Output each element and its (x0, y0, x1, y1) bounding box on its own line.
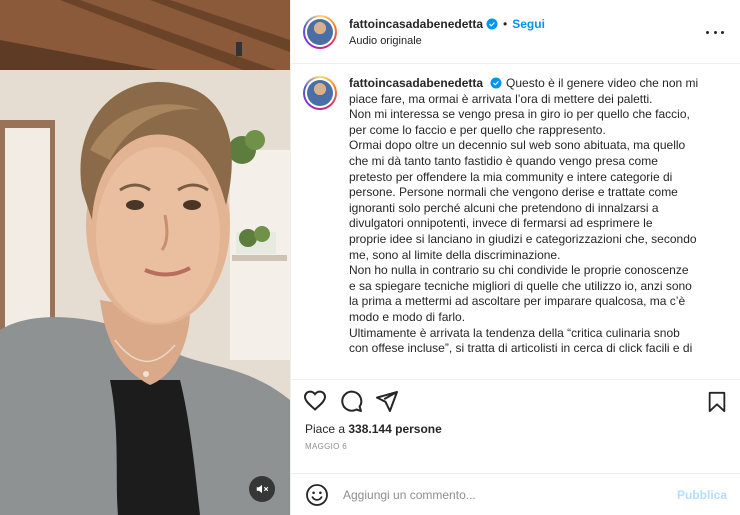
likes-suffix: persone (395, 422, 442, 436)
comment-input[interactable] (343, 487, 677, 502)
header-separator: • (503, 16, 508, 31)
caption-line: Ormai dopo oltre un decennio sul web son… (349, 138, 686, 153)
likes-count[interactable]: Piace a 338.144 persone (291, 422, 740, 436)
heart-icon[interactable] (303, 389, 327, 413)
video-player[interactable] (0, 0, 290, 515)
caption-line: che mi dà tanto tanto fastidio è quando … (349, 153, 658, 168)
avatar-image (307, 80, 333, 106)
author-avatar[interactable] (303, 14, 337, 49)
action-bar (291, 379, 740, 422)
speaker-muted-icon (256, 484, 269, 494)
share-icon[interactable] (375, 389, 399, 413)
post-details-panel: fattoincasadabenedetta • Segui Audio ori… (290, 0, 740, 515)
video-frame (0, 0, 290, 515)
caption-line: modo e modo di farlo. (349, 309, 466, 324)
post-date[interactable]: MAGGIO 6 (291, 442, 740, 451)
likes-number: 338.144 (348, 422, 392, 436)
caption-line: Non ho nulla in contrario su chi condivi… (349, 263, 689, 278)
comment-bar: Pubblica (291, 473, 740, 515)
caption-line: con offese incluse”, si tratta di artico… (349, 341, 693, 356)
caption-line: piace fare, ma ormai è arrivata l’ora di… (349, 91, 653, 106)
caption-line: la prima a mettermi ad ascoltare per imp… (349, 294, 686, 309)
comment-icon[interactable] (339, 389, 363, 413)
caption-line: e sa spiegare tecniche migliori di quell… (349, 278, 692, 293)
caption-line: Non mi interessa se vengo presa in giro … (349, 107, 690, 122)
caption-author-avatar[interactable] (303, 76, 337, 110)
mute-toggle-button[interactable] (249, 476, 275, 502)
original-audio-link[interactable]: Audio originale (349, 35, 545, 47)
caption-line: pretesto per offendere la mia community … (349, 169, 673, 184)
caption-line: divulgatori onnipotenti, invece di ferma… (349, 216, 653, 231)
caption-line: ignoranti solo perché alcuni che pretend… (349, 200, 659, 215)
verified-badge-icon (490, 77, 502, 89)
caption-line: per come lo faccio e per quello che rapp… (349, 122, 606, 137)
post-caption: fattoincasadabenedetta Questo è il genere… (349, 76, 711, 379)
caption-username-link[interactable]: fattoincasadabenedetta (349, 76, 483, 90)
instagram-post-view: fattoincasadabenedetta • Segui Audio ori… (0, 0, 740, 515)
likes-prefix: Piace a (305, 422, 346, 436)
caption-line: fattoincasadabenedetta Questo è il genere… (349, 76, 711, 92)
follow-button[interactable]: Segui (512, 17, 545, 31)
caption-text: Questo è il genere video che non mi (506, 76, 699, 90)
emoji-icon[interactable] (305, 483, 329, 507)
caption-section: fattoincasadabenedetta Questo è il genere… (291, 64, 740, 379)
caption-line: Ultimamente è arrivata la tendenza della… (349, 325, 680, 340)
caption-line: me, sono al limite della discriminazione… (349, 247, 561, 262)
verified-badge-icon (486, 18, 498, 29)
post-header: fattoincasadabenedetta • Segui Audio ori… (291, 0, 740, 64)
more-options-icon[interactable] (706, 24, 724, 40)
avatar-image (307, 18, 333, 45)
caption-line: persone. Persone normali che vengono der… (349, 185, 678, 200)
caption-line: proprie idee si lanciano in giudizi e ca… (349, 231, 697, 246)
publish-button[interactable]: Pubblica (677, 488, 727, 502)
bookmark-icon[interactable] (706, 390, 728, 414)
author-username-link[interactable]: fattoincasadabenedetta (349, 17, 483, 31)
